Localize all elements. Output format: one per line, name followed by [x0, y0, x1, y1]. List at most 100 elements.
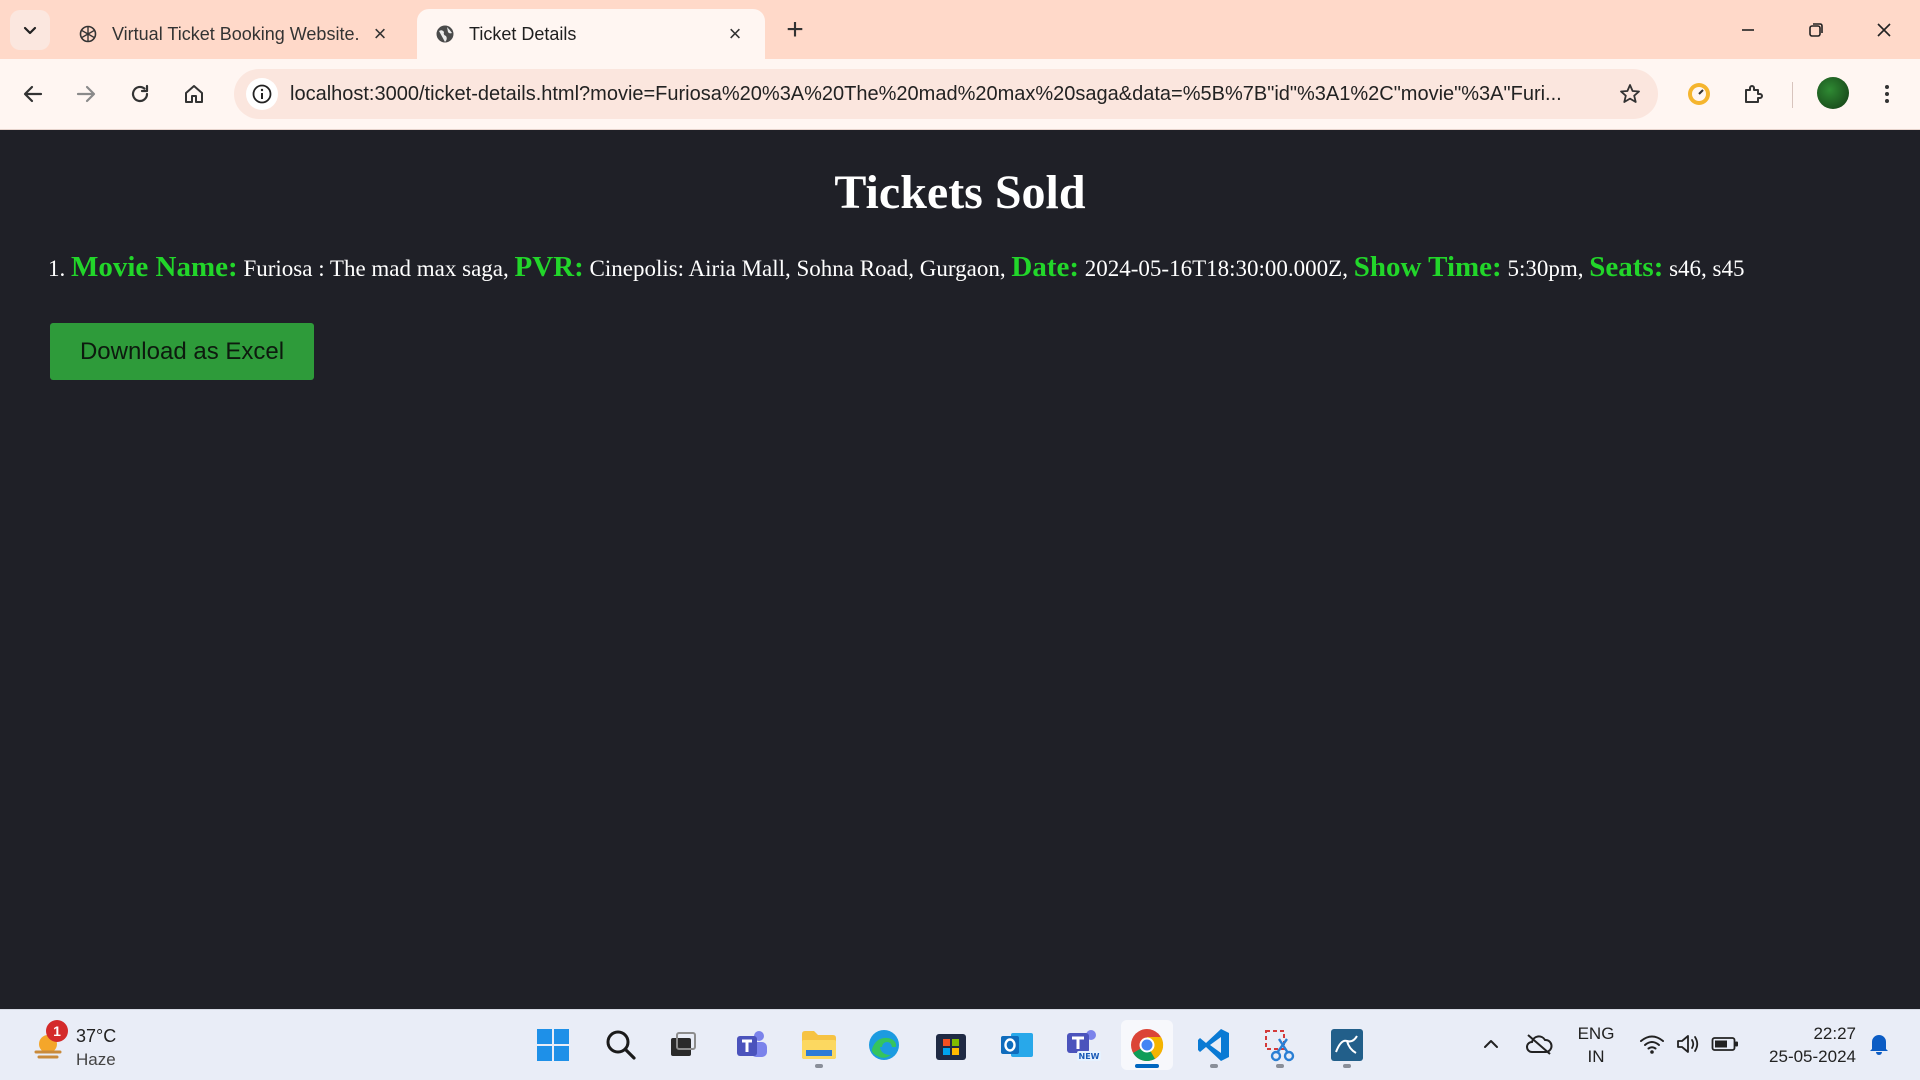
taskbar-app-teams[interactable]	[726, 1020, 778, 1070]
teams-new-icon: NEW	[1067, 1030, 1101, 1061]
ticket-list: 1. Movie Name: Furiosa : The mad max sag…	[48, 251, 1745, 284]
taskbar-app-file-explorer[interactable]	[793, 1020, 845, 1070]
notification-badge: 1	[46, 1020, 68, 1042]
wifi-button[interactable]	[1636, 1024, 1668, 1064]
arrow-left-icon	[23, 85, 43, 103]
profile-avatar[interactable]	[1817, 77, 1849, 109]
page-title: Tickets Sold	[834, 166, 1086, 219]
star-icon	[1620, 84, 1640, 103]
task-view-button[interactable]	[657, 1020, 709, 1070]
date-label: Date:	[1011, 251, 1080, 283]
chrome-menu-button[interactable]	[1867, 74, 1907, 114]
running-indicator	[1135, 1064, 1159, 1068]
taskbar-app-teams-new[interactable]: NEW	[1057, 1020, 1109, 1070]
extensions-menu-button[interactable]	[1733, 74, 1773, 114]
notifications-button[interactable]	[1864, 1024, 1894, 1064]
running-indicator	[1343, 1064, 1351, 1068]
battery-button[interactable]	[1708, 1024, 1742, 1064]
edge-icon	[869, 1030, 899, 1060]
clock-date: 25-05-2024	[1769, 1047, 1856, 1066]
clock-time: 22:27	[1813, 1024, 1856, 1043]
onedrive-button[interactable]	[1522, 1024, 1556, 1064]
tab-search-button[interactable]	[10, 10, 50, 50]
extension-button[interactable]	[1679, 74, 1719, 114]
tab-title: Ticket Details	[469, 23, 577, 44]
volume-button[interactable]	[1672, 1024, 1704, 1064]
svg-text:NEW: NEW	[1079, 1052, 1100, 1061]
date-value: 2024-05-16T18:30:00.000Z,	[1084, 256, 1348, 281]
region-code: IN	[1587, 1047, 1605, 1066]
tab-strip: Virtual Ticket Booking Website. × Ticket…	[0, 0, 1920, 59]
download-excel-button[interactable]: Download as Excel	[50, 323, 314, 380]
close-icon[interactable]: ×	[368, 21, 392, 46]
bell-icon	[1870, 1035, 1888, 1055]
back-button[interactable]	[13, 74, 53, 114]
restore-button[interactable]	[1794, 8, 1838, 52]
puzzle-icon	[1745, 85, 1763, 103]
folder-icon	[802, 1031, 836, 1059]
cloud-offline-icon	[1526, 1034, 1553, 1055]
weather-widget[interactable]: 1 37°C Haze	[28, 1020, 148, 1070]
tab-ticket-details[interactable]: Ticket Details ×	[417, 9, 765, 59]
info-icon	[252, 84, 272, 104]
vscode-icon	[1198, 1029, 1229, 1061]
show-time-label: Show Time:	[1353, 251, 1502, 283]
reload-icon	[131, 84, 149, 103]
volume-icon	[1677, 1035, 1699, 1053]
new-tab-button[interactable]: +	[778, 13, 812, 47]
weather-temperature: 37°C	[76, 1026, 117, 1046]
search-icon	[606, 1030, 636, 1060]
store-icon	[936, 1034, 966, 1060]
running-indicator	[815, 1064, 823, 1068]
openai-icon	[79, 25, 97, 43]
page-content: Tickets Sold 1. Movie Name: Furiosa : Th…	[0, 131, 1920, 1009]
globe-icon	[436, 25, 454, 43]
seats-value: s46, s45	[1669, 256, 1745, 281]
mysql-workbench-icon	[1331, 1029, 1363, 1061]
show-hidden-icons-button[interactable]	[1478, 1024, 1504, 1064]
outlook-icon	[1001, 1033, 1033, 1057]
browser-toolbar: localhost:3000/ticket-details.html?movie…	[0, 59, 1920, 130]
taskbar-app-vscode[interactable]	[1188, 1020, 1240, 1070]
close-icon[interactable]: ×	[723, 21, 747, 46]
seats-label: Seats:	[1589, 251, 1664, 283]
taskbar-app-chrome[interactable]	[1121, 1020, 1173, 1070]
windows-start-icon	[537, 1029, 569, 1061]
home-button[interactable]	[174, 74, 214, 114]
taskbar-app-outlook[interactable]	[991, 1020, 1043, 1070]
taskbar: 1 37°C Haze NEW ENG IN 22:27 25-05-2024	[0, 1009, 1920, 1080]
close-window-button[interactable]	[1862, 8, 1906, 52]
tab-virtual-ticket-booking[interactable]: Virtual Ticket Booking Website. ×	[60, 9, 410, 59]
speedometer-extension-icon	[1688, 83, 1710, 105]
site-info-button[interactable]	[246, 78, 278, 110]
language-code: ENG	[1577, 1024, 1615, 1043]
taskbar-app-snipping-tool[interactable]	[1254, 1020, 1306, 1070]
taskbar-search-button[interactable]	[595, 1020, 647, 1070]
taskbar-app-edge[interactable]	[858, 1020, 910, 1070]
home-icon	[185, 85, 203, 103]
toolbar-divider	[1792, 82, 1793, 108]
arrow-right-icon	[76, 85, 96, 103]
taskbar-app-mysql-workbench[interactable]	[1321, 1020, 1373, 1070]
reload-button[interactable]	[120, 74, 160, 114]
wifi-icon	[1640, 1035, 1664, 1054]
address-bar[interactable]: localhost:3000/ticket-details.html?movie…	[234, 69, 1658, 119]
tab-title: Virtual Ticket Booking Website.	[112, 23, 360, 44]
minimize-button[interactable]	[1726, 8, 1770, 52]
taskbar-app-store[interactable]	[925, 1020, 977, 1070]
clock[interactable]: 22:27 25-05-2024	[1756, 1022, 1856, 1068]
language-indicator[interactable]: ENG IN	[1576, 1022, 1616, 1068]
url-text[interactable]: localhost:3000/ticket-details.html?movie…	[290, 83, 1595, 106]
list-item: 1. Movie Name: Furiosa : The mad max sag…	[48, 251, 1745, 284]
chrome-icon	[1131, 1029, 1164, 1062]
start-button[interactable]	[527, 1020, 579, 1070]
task-view-icon	[671, 1032, 696, 1056]
bookmark-button[interactable]	[1616, 80, 1644, 108]
more-vertical-icon	[1885, 85, 1889, 103]
ticket-number: 1.	[48, 256, 66, 281]
weather-condition: Haze	[76, 1050, 116, 1069]
forward-button[interactable]	[66, 74, 106, 114]
chevron-up-icon	[1484, 1040, 1498, 1048]
pvr-label: PVR:	[514, 251, 584, 283]
restore-icon	[1809, 23, 1823, 37]
